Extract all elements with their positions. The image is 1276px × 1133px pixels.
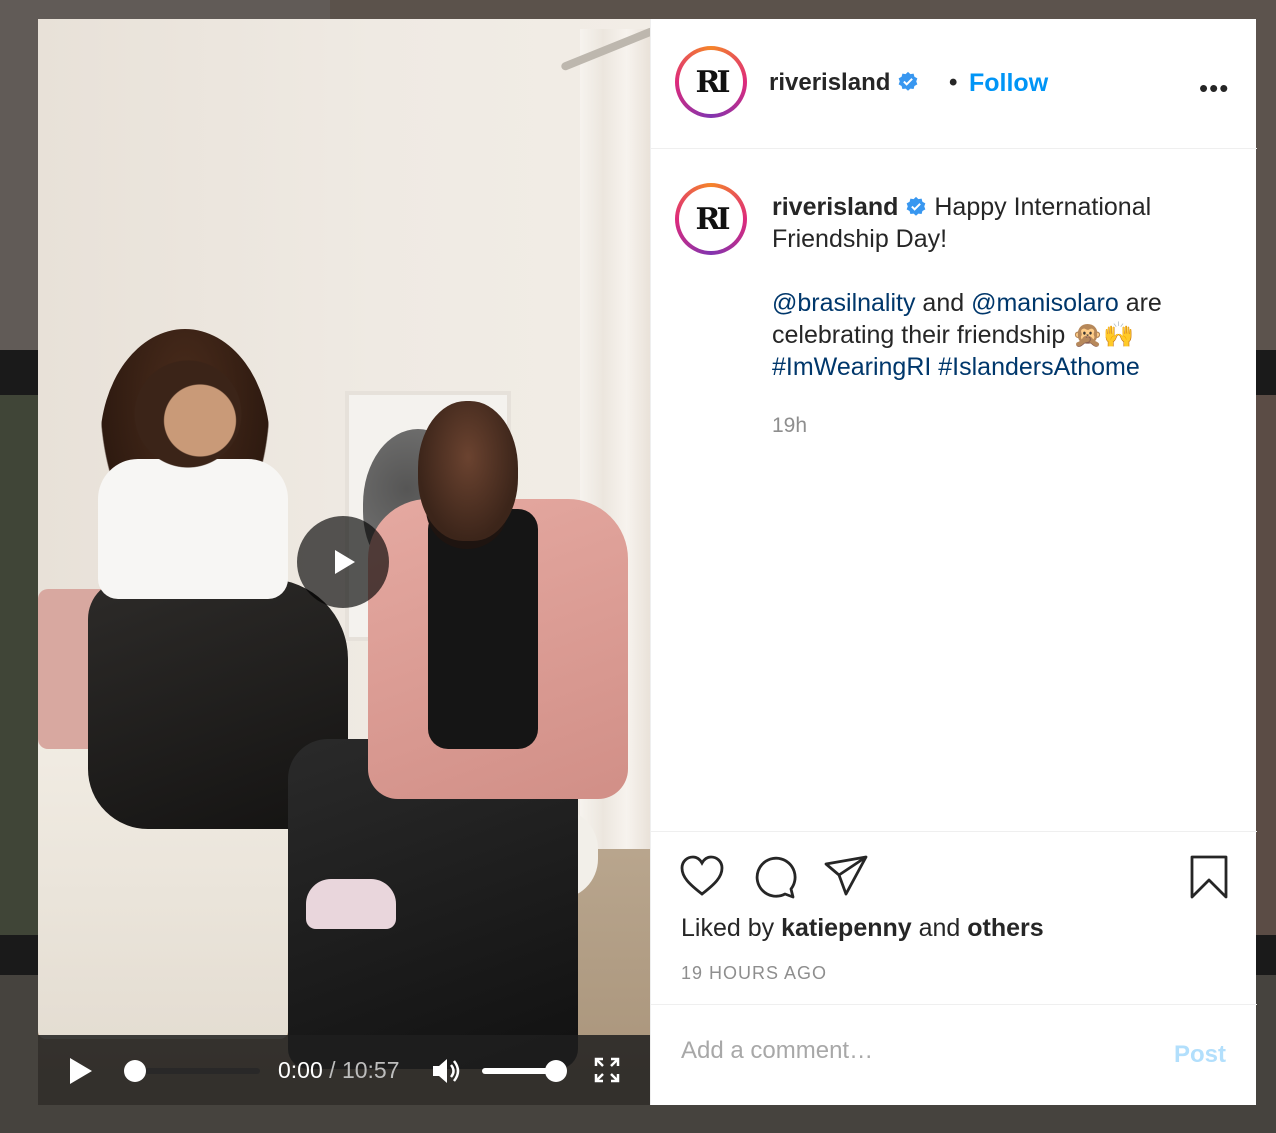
volume-button[interactable] [431,1057,463,1090]
fullscreen-icon [594,1057,620,1083]
divider [651,1004,1257,1005]
liked-by-others[interactable]: others [967,914,1043,942]
caption-username[interactable]: riverisland [772,193,898,221]
mention-link[interactable]: @manisolaro [971,289,1119,317]
post-modal: 0:00 / 10:57 RI riverisland • Follow •••… [38,19,1257,1105]
video-controls: 0:00 / 10:57 [38,1035,650,1105]
play-icon [70,1058,92,1084]
brand-logo: RI [695,201,731,237]
separator-dot: • [949,69,958,96]
progress-bar[interactable] [124,1060,260,1082]
header-username[interactable]: riverisland [769,69,919,97]
speaker-icon [433,1059,460,1083]
post-caption: riverisland Happy International Friendsh… [772,193,1162,381]
post-details-panel: RI riverisland • Follow ••• RI riverisla… [650,19,1257,1105]
caption-avatar[interactable]: RI [675,183,747,255]
play-button[interactable] [68,1057,94,1090]
video-duration: 10:57 [341,1057,400,1083]
divider [651,831,1257,832]
liked-by-user[interactable]: katiepenny [781,914,912,942]
like-button[interactable] [679,854,725,903]
mention-link[interactable]: @brasilnality [772,289,915,317]
bookmark-icon [1190,855,1228,899]
follow-button[interactable]: Follow [969,69,1048,98]
post-timestamp[interactable]: 19 HOURS AGO [681,963,827,984]
brand-logo: RI [695,64,731,100]
verified-badge-icon [907,196,926,216]
volume-handle[interactable] [545,1060,567,1082]
profile-avatar[interactable]: RI [675,46,747,118]
verified-badge-icon [898,71,918,91]
more-options-button[interactable]: ••• [1199,73,1229,104]
heart-icon [680,855,724,896]
video-time: 0:00 / 10:57 [278,1057,400,1083]
comment-input[interactable] [681,1037,1141,1065]
post-video[interactable]: 0:00 / 10:57 [38,19,650,1105]
post-comment-button[interactable]: Post [1174,1041,1226,1069]
send-icon [824,855,868,896]
post-header: RI riverisland • Follow ••• [651,19,1257,149]
hashtag-link[interactable]: #ImWearingRI [772,353,931,381]
comment-button[interactable] [751,854,797,905]
progress-handle[interactable] [124,1060,146,1082]
hashtag-link[interactable]: #IslandersAthome [938,353,1140,381]
share-button[interactable] [823,854,869,903]
save-button[interactable] [1189,854,1229,905]
current-time: 0:00 [278,1057,323,1083]
likes-summary: Liked by katiepenny and others [681,914,1044,942]
video-play-overlay-button[interactable] [297,516,389,608]
play-icon [335,550,355,574]
caption-timestamp[interactable]: 19h [772,414,807,438]
comment-bubble-icon [755,856,797,899]
fullscreen-button[interactable] [594,1057,620,1088]
